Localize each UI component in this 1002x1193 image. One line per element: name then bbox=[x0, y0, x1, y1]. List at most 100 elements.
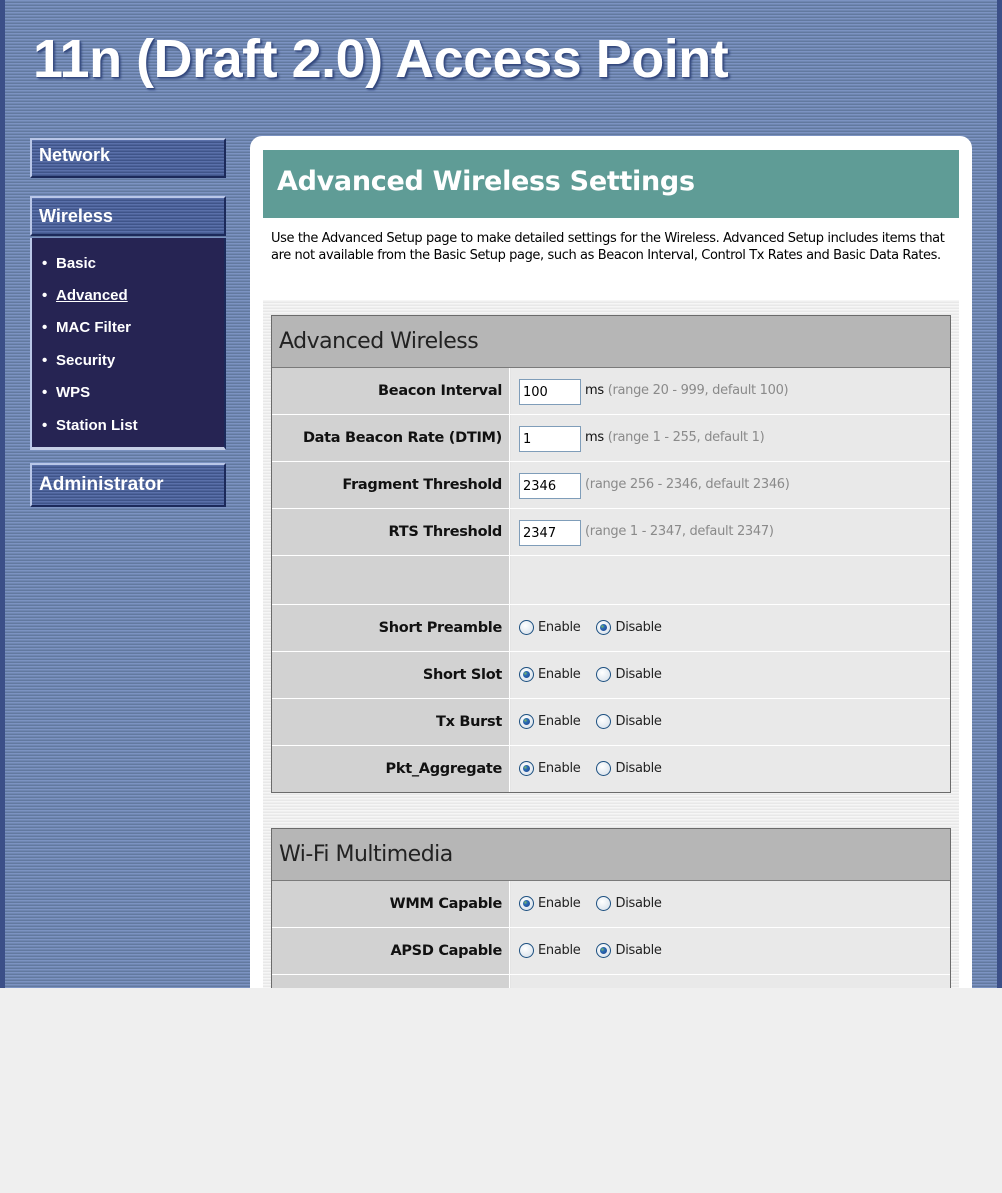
field-value: ms (range 1 - 255, default 1) bbox=[511, 415, 950, 461]
field-label: Pkt_Aggregate bbox=[272, 746, 510, 792]
unit-label: ms bbox=[585, 430, 604, 445]
submenu-item-security[interactable]: • Security bbox=[42, 351, 115, 371]
sidebar-item-label: Administrator bbox=[39, 474, 164, 495]
partial-value-cell bbox=[511, 975, 950, 988]
tx-burst-disable-radio[interactable] bbox=[596, 713, 612, 729]
fragment-threshold-row: Fragment Threshold (range 256 - 2346, de… bbox=[272, 462, 950, 509]
spacer-row bbox=[272, 556, 950, 605]
apsd-capable-disable-radio[interactable] bbox=[596, 942, 612, 958]
field-label: APSD Capable bbox=[272, 928, 510, 974]
app-title: 11n (Draft 2.0) Access Point bbox=[33, 29, 729, 89]
submenu-item-advanced[interactable]: • Advanced bbox=[42, 286, 128, 306]
spacer-label-cell bbox=[272, 556, 510, 604]
radio-label: Enable bbox=[538, 667, 581, 682]
dtim-input[interactable] bbox=[519, 426, 581, 452]
section-heading: Advanced Wireless bbox=[272, 316, 950, 368]
field-label: Tx Burst bbox=[272, 699, 510, 745]
tx-burst-radio-group: Enable Disable bbox=[519, 699, 662, 746]
field-unit: ms (range 1 - 255, default 1) bbox=[585, 415, 765, 461]
pkt-aggregate-row: Pkt_Aggregate Enable Disable bbox=[272, 746, 950, 792]
rts-threshold-input[interactable] bbox=[519, 520, 581, 546]
advanced-wireless-section: Advanced Wireless Beacon Interval ms (ra… bbox=[271, 315, 951, 793]
bullet-icon: • bbox=[42, 384, 48, 401]
short-preamble-enable-radio[interactable] bbox=[519, 619, 534, 635]
sidebar-item-administrator[interactable]: Administrator bbox=[30, 463, 226, 507]
fragment-threshold-input[interactable] bbox=[519, 473, 581, 499]
page-description: Use the Advanced Setup page to make deta… bbox=[271, 231, 945, 263]
pkt-aggregate-disable-radio[interactable] bbox=[596, 760, 612, 776]
range-hint: (range 1 - 2347, default 2347) bbox=[585, 524, 774, 539]
field-label: Short Preamble bbox=[272, 605, 510, 651]
short-slot-enable-radio[interactable] bbox=[519, 666, 534, 682]
pkt-aggregate-radio-group: Enable Disable bbox=[519, 746, 662, 793]
radio-label: Disable bbox=[615, 714, 662, 729]
submenu-label: MAC Filter bbox=[56, 319, 131, 336]
radio-label: Disable bbox=[615, 896, 662, 911]
bullet-icon: • bbox=[42, 319, 48, 336]
field-unit: (range 1 - 2347, default 2347) bbox=[585, 509, 774, 555]
sidebar-item-wireless[interactable]: Wireless bbox=[30, 196, 226, 236]
radio-label: Enable bbox=[538, 761, 581, 776]
sidebar-item-label: Network bbox=[39, 145, 111, 165]
apsd-capable-row: APSD Capable Enable Disable bbox=[272, 928, 950, 975]
field-value: Enable Disable bbox=[511, 652, 950, 698]
rts-threshold-row: RTS Threshold (range 1 - 2347, default 2… bbox=[272, 509, 950, 556]
content-area: Advanced Wireless Settings Use the Advan… bbox=[263, 150, 959, 988]
submenu-label: WPS bbox=[56, 384, 91, 401]
beacon-interval-row: Beacon Interval ms (range 20 - 999, defa… bbox=[272, 368, 950, 415]
frame-left-edge bbox=[0, 0, 5, 988]
wmm-capable-row: WMM Capable Enable Disable bbox=[272, 881, 950, 928]
range-hint: (range 256 - 2346, default 2346) bbox=[585, 477, 790, 492]
field-label: Beacon Interval bbox=[272, 368, 510, 414]
wmm-capable-disable-radio[interactable] bbox=[596, 895, 612, 911]
submenu-item-wps[interactable]: • WPS bbox=[42, 383, 90, 403]
field-label: Fragment Threshold bbox=[272, 462, 510, 508]
apsd-capable-radio-group: Enable Disable bbox=[519, 928, 662, 975]
radio-label: Disable bbox=[615, 667, 662, 682]
submenu-label: Station List bbox=[56, 417, 138, 434]
browser-viewport: 11n (Draft 2.0) Access Point Network Wir… bbox=[0, 0, 1002, 988]
partial-label-cell bbox=[272, 975, 510, 988]
field-value: Enable Disable bbox=[511, 605, 950, 651]
short-preamble-row: Short Preamble Enable Disable bbox=[272, 605, 950, 652]
tx-burst-row: Tx Burst Enable Disable bbox=[272, 699, 950, 746]
submenu-item-basic[interactable]: • Basic bbox=[42, 254, 96, 274]
section-heading: Wi-Fi Multimedia bbox=[272, 829, 950, 881]
short-preamble-radio-group: Enable Disable bbox=[519, 605, 662, 652]
sidebar-item-network[interactable]: Network bbox=[30, 138, 226, 178]
radio-label: Enable bbox=[538, 943, 581, 958]
radio-label: Enable bbox=[538, 896, 581, 911]
range-hint: (range 1 - 255, default 1) bbox=[607, 430, 765, 445]
short-preamble-disable-radio[interactable] bbox=[596, 619, 612, 635]
next-row-partial bbox=[272, 975, 950, 988]
submenu-item-station-list[interactable]: • Station List bbox=[42, 416, 138, 436]
field-label: WMM Capable bbox=[272, 881, 510, 927]
apsd-capable-enable-radio[interactable] bbox=[519, 942, 534, 958]
field-label: RTS Threshold bbox=[272, 509, 510, 555]
tx-burst-enable-radio[interactable] bbox=[519, 713, 534, 729]
radio-label: Enable bbox=[538, 620, 581, 635]
bullet-icon: • bbox=[42, 352, 48, 369]
pkt-aggregate-enable-radio[interactable] bbox=[519, 760, 534, 776]
field-unit: (range 256 - 2346, default 2346) bbox=[585, 462, 790, 508]
field-label: Short Slot bbox=[272, 652, 510, 698]
dtim-row: Data Beacon Rate (DTIM) ms (range 1 - 25… bbox=[272, 415, 950, 462]
field-value: Enable Disable bbox=[511, 746, 950, 792]
wmm-capable-enable-radio[interactable] bbox=[519, 895, 534, 911]
radio-label: Disable bbox=[615, 620, 662, 635]
field-label: Data Beacon Rate (DTIM) bbox=[272, 415, 510, 461]
field-unit: ms (range 20 - 999, default 100) bbox=[585, 368, 789, 414]
wmm-capable-radio-group: Enable Disable bbox=[519, 881, 662, 928]
spacer-value-cell bbox=[511, 556, 950, 604]
beacon-interval-input[interactable] bbox=[519, 379, 581, 405]
unit-label: ms bbox=[585, 383, 604, 398]
short-slot-disable-radio[interactable] bbox=[596, 666, 612, 682]
submenu-label: Basic bbox=[56, 255, 97, 272]
field-value: ms (range 20 - 999, default 100) bbox=[511, 368, 950, 414]
field-value: Enable Disable bbox=[511, 881, 950, 927]
bullet-icon: • bbox=[42, 417, 48, 434]
submenu-item-mac-filter[interactable]: • MAC Filter bbox=[42, 318, 131, 338]
submenu-label: Advanced bbox=[56, 287, 128, 304]
radio-label: Enable bbox=[538, 714, 581, 729]
radio-label: Disable bbox=[615, 943, 662, 958]
